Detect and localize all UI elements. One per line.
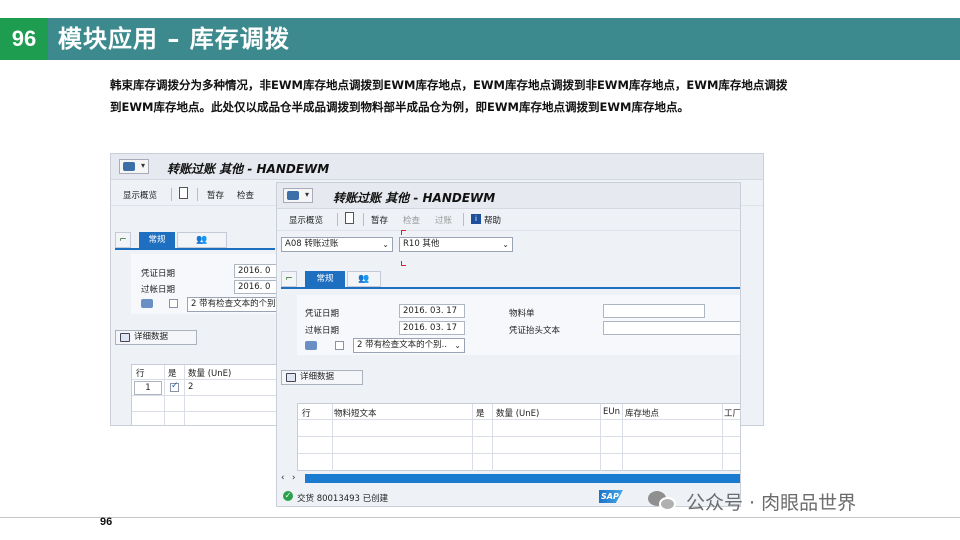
sap-logo: SAP bbox=[599, 490, 623, 503]
back-hold-button[interactable]: 暂存 bbox=[207, 189, 224, 201]
detail-icon bbox=[286, 373, 296, 382]
back-printer-icon[interactable] bbox=[141, 299, 153, 308]
front-help-button[interactable]: 帮助 bbox=[484, 214, 501, 226]
front-print-checkbox[interactable] bbox=[335, 341, 344, 350]
page-number: 96 bbox=[100, 516, 113, 528]
front-col-qty: 数量 (UnE) bbox=[496, 409, 540, 419]
front-window-title: 转账过账 其他 - HANDEWM bbox=[333, 191, 496, 205]
intro-paragraph: 韩束库存调拨分为多种情况，非EWM库存地点调拨到EWM库存地点，EWM库存地点调… bbox=[110, 78, 788, 114]
back-detail-button[interactable]: 详细数据 bbox=[115, 330, 197, 345]
back-row-number[interactable]: 1 bbox=[134, 381, 162, 395]
wechat-icon bbox=[648, 489, 678, 513]
front-check-button[interactable]: 检查 bbox=[403, 214, 420, 226]
front-help-icon[interactable]: i bbox=[471, 214, 481, 224]
front-toolbar: 显示概览 暂存 检查 过账 i 帮助 bbox=[277, 209, 740, 231]
success-check-icon: ✓ bbox=[283, 491, 293, 501]
back-col-row: 行 bbox=[136, 369, 145, 379]
front-tab-underline bbox=[281, 287, 740, 289]
front-overview-button[interactable]: 显示概览 bbox=[289, 214, 323, 226]
status-message: 交货 80013493 已创建 bbox=[297, 494, 389, 504]
front-col-sloc: 库存地点 bbox=[625, 409, 660, 419]
front-col-ok: 是 bbox=[476, 409, 485, 419]
front-printer-icon[interactable] bbox=[305, 341, 317, 350]
chevron-down-icon: ⌄ bbox=[502, 240, 509, 249]
material-slip-field[interactable] bbox=[603, 304, 705, 318]
slide-title: 模块应用 – 库存调拨 bbox=[58, 25, 290, 53]
front-titlebar: ▾ 转账过账 其他 - HANDEWM bbox=[277, 183, 740, 209]
back-item-grid: 行 是 数量 (UnE) 1 2 bbox=[131, 364, 282, 425]
movement-select[interactable]: R10 其他 ⌄ bbox=[399, 237, 513, 252]
back-row-checkbox[interactable] bbox=[170, 381, 179, 392]
material-slip-label: 物料单 bbox=[509, 309, 535, 319]
front-tab-partner-icon[interactable]: 👥 bbox=[347, 271, 381, 287]
back-tab-icon[interactable]: ⌐ bbox=[115, 232, 131, 248]
front-col-plant: 工厂 bbox=[724, 409, 741, 419]
front-tab-general[interactable]: 常规 bbox=[305, 271, 345, 287]
front-tabs: ⌐ 常规 👥 bbox=[281, 271, 740, 287]
front-post-date-label: 过帐日期 bbox=[305, 326, 340, 336]
front-detail-button[interactable]: 详细数据 bbox=[281, 370, 363, 385]
front-new-doc-icon[interactable] bbox=[345, 212, 354, 224]
back-col-qty: 数量 (UnE) bbox=[188, 369, 232, 379]
front-menu-icon[interactable]: ▾ bbox=[283, 188, 313, 203]
front-doc-date-label: 凭证日期 bbox=[305, 309, 340, 319]
back-window-title: 转账过账 其他 - HANDEWM bbox=[167, 162, 330, 176]
slide: 96 模块应用 – 库存调拨 韩束库存调拨分为多种情况，非EWM库存地点调拨到E… bbox=[0, 0, 960, 540]
back-tab-partner-icon[interactable]: 👥 bbox=[177, 232, 227, 248]
header-text-label: 凭证抬头文本 bbox=[509, 326, 561, 336]
front-col-row: 行 bbox=[302, 409, 311, 419]
front-col-eun: EUn bbox=[603, 407, 620, 417]
chevron-down-icon: ⌄ bbox=[382, 240, 389, 249]
red-corner-mark bbox=[401, 261, 406, 266]
back-overview-button[interactable]: 显示概览 bbox=[123, 189, 157, 201]
back-post-date-label: 过帐日期 bbox=[141, 285, 176, 295]
slide-number: 96 bbox=[0, 18, 48, 60]
front-post-button[interactable]: 过账 bbox=[435, 214, 452, 226]
back-post-date-field[interactable]: 2016. 0 bbox=[234, 280, 279, 294]
back-tabs: ⌐ 常规 👥 bbox=[115, 232, 275, 248]
footer-divider bbox=[0, 517, 960, 518]
front-post-date-field[interactable]: 2016. 03. 17 bbox=[399, 321, 465, 335]
back-tab-underline bbox=[115, 248, 275, 250]
horizontal-scrollbar[interactable] bbox=[305, 474, 740, 483]
back-titlebar: ▾ 转账过账 其他 - HANDEWM bbox=[111, 154, 763, 180]
watermark: 公众号 · 肉眼品世界 bbox=[648, 484, 856, 518]
scroll-left-icon[interactable]: ‹ bbox=[281, 473, 284, 483]
back-print-select[interactable]: 2 带有检查文本的个别 bbox=[187, 297, 279, 312]
header-text-field[interactable] bbox=[603, 321, 740, 335]
chevron-down-icon: ⌄ bbox=[454, 341, 461, 350]
detail-icon bbox=[120, 333, 130, 342]
back-doc-date-field[interactable]: 2016. 0 bbox=[234, 264, 279, 278]
menu-icon[interactable]: ▾ bbox=[119, 159, 149, 174]
back-new-doc-icon[interactable] bbox=[179, 187, 188, 199]
transaction-select[interactable]: A08 转账过账 ⌄ bbox=[281, 237, 393, 252]
back-row-qty: 2 bbox=[188, 382, 194, 392]
front-hold-button[interactable]: 暂存 bbox=[371, 214, 388, 226]
front-print-select[interactable]: 2 带有检查文本的个别.. ⌄ bbox=[353, 338, 465, 353]
front-col-material-text: 物料短文本 bbox=[334, 409, 377, 419]
scroll-right-icon[interactable]: › bbox=[292, 473, 295, 483]
front-item-grid: 行 物料短文本 是 数量 (UnE) EUn 库存地点 工厂 bbox=[297, 403, 741, 472]
back-check-button[interactable]: 检查 bbox=[237, 189, 254, 201]
red-corner-mark bbox=[401, 230, 406, 235]
back-tab-general[interactable]: 常规 bbox=[139, 232, 175, 248]
front-doc-date-field[interactable]: 2016. 03. 17 bbox=[399, 304, 465, 318]
sap-window-front: ▾ 转账过账 其他 - HANDEWM 显示概览 暂存 检查 过账 i 帮助 A… bbox=[276, 182, 741, 507]
front-tab-icon[interactable]: ⌐ bbox=[281, 271, 297, 287]
back-print-checkbox[interactable] bbox=[169, 299, 178, 308]
back-col-ok: 是 bbox=[168, 369, 177, 379]
back-doc-date-label: 凭证日期 bbox=[141, 269, 176, 279]
watermark-text: 公众号 · 肉眼品世界 bbox=[686, 491, 857, 514]
